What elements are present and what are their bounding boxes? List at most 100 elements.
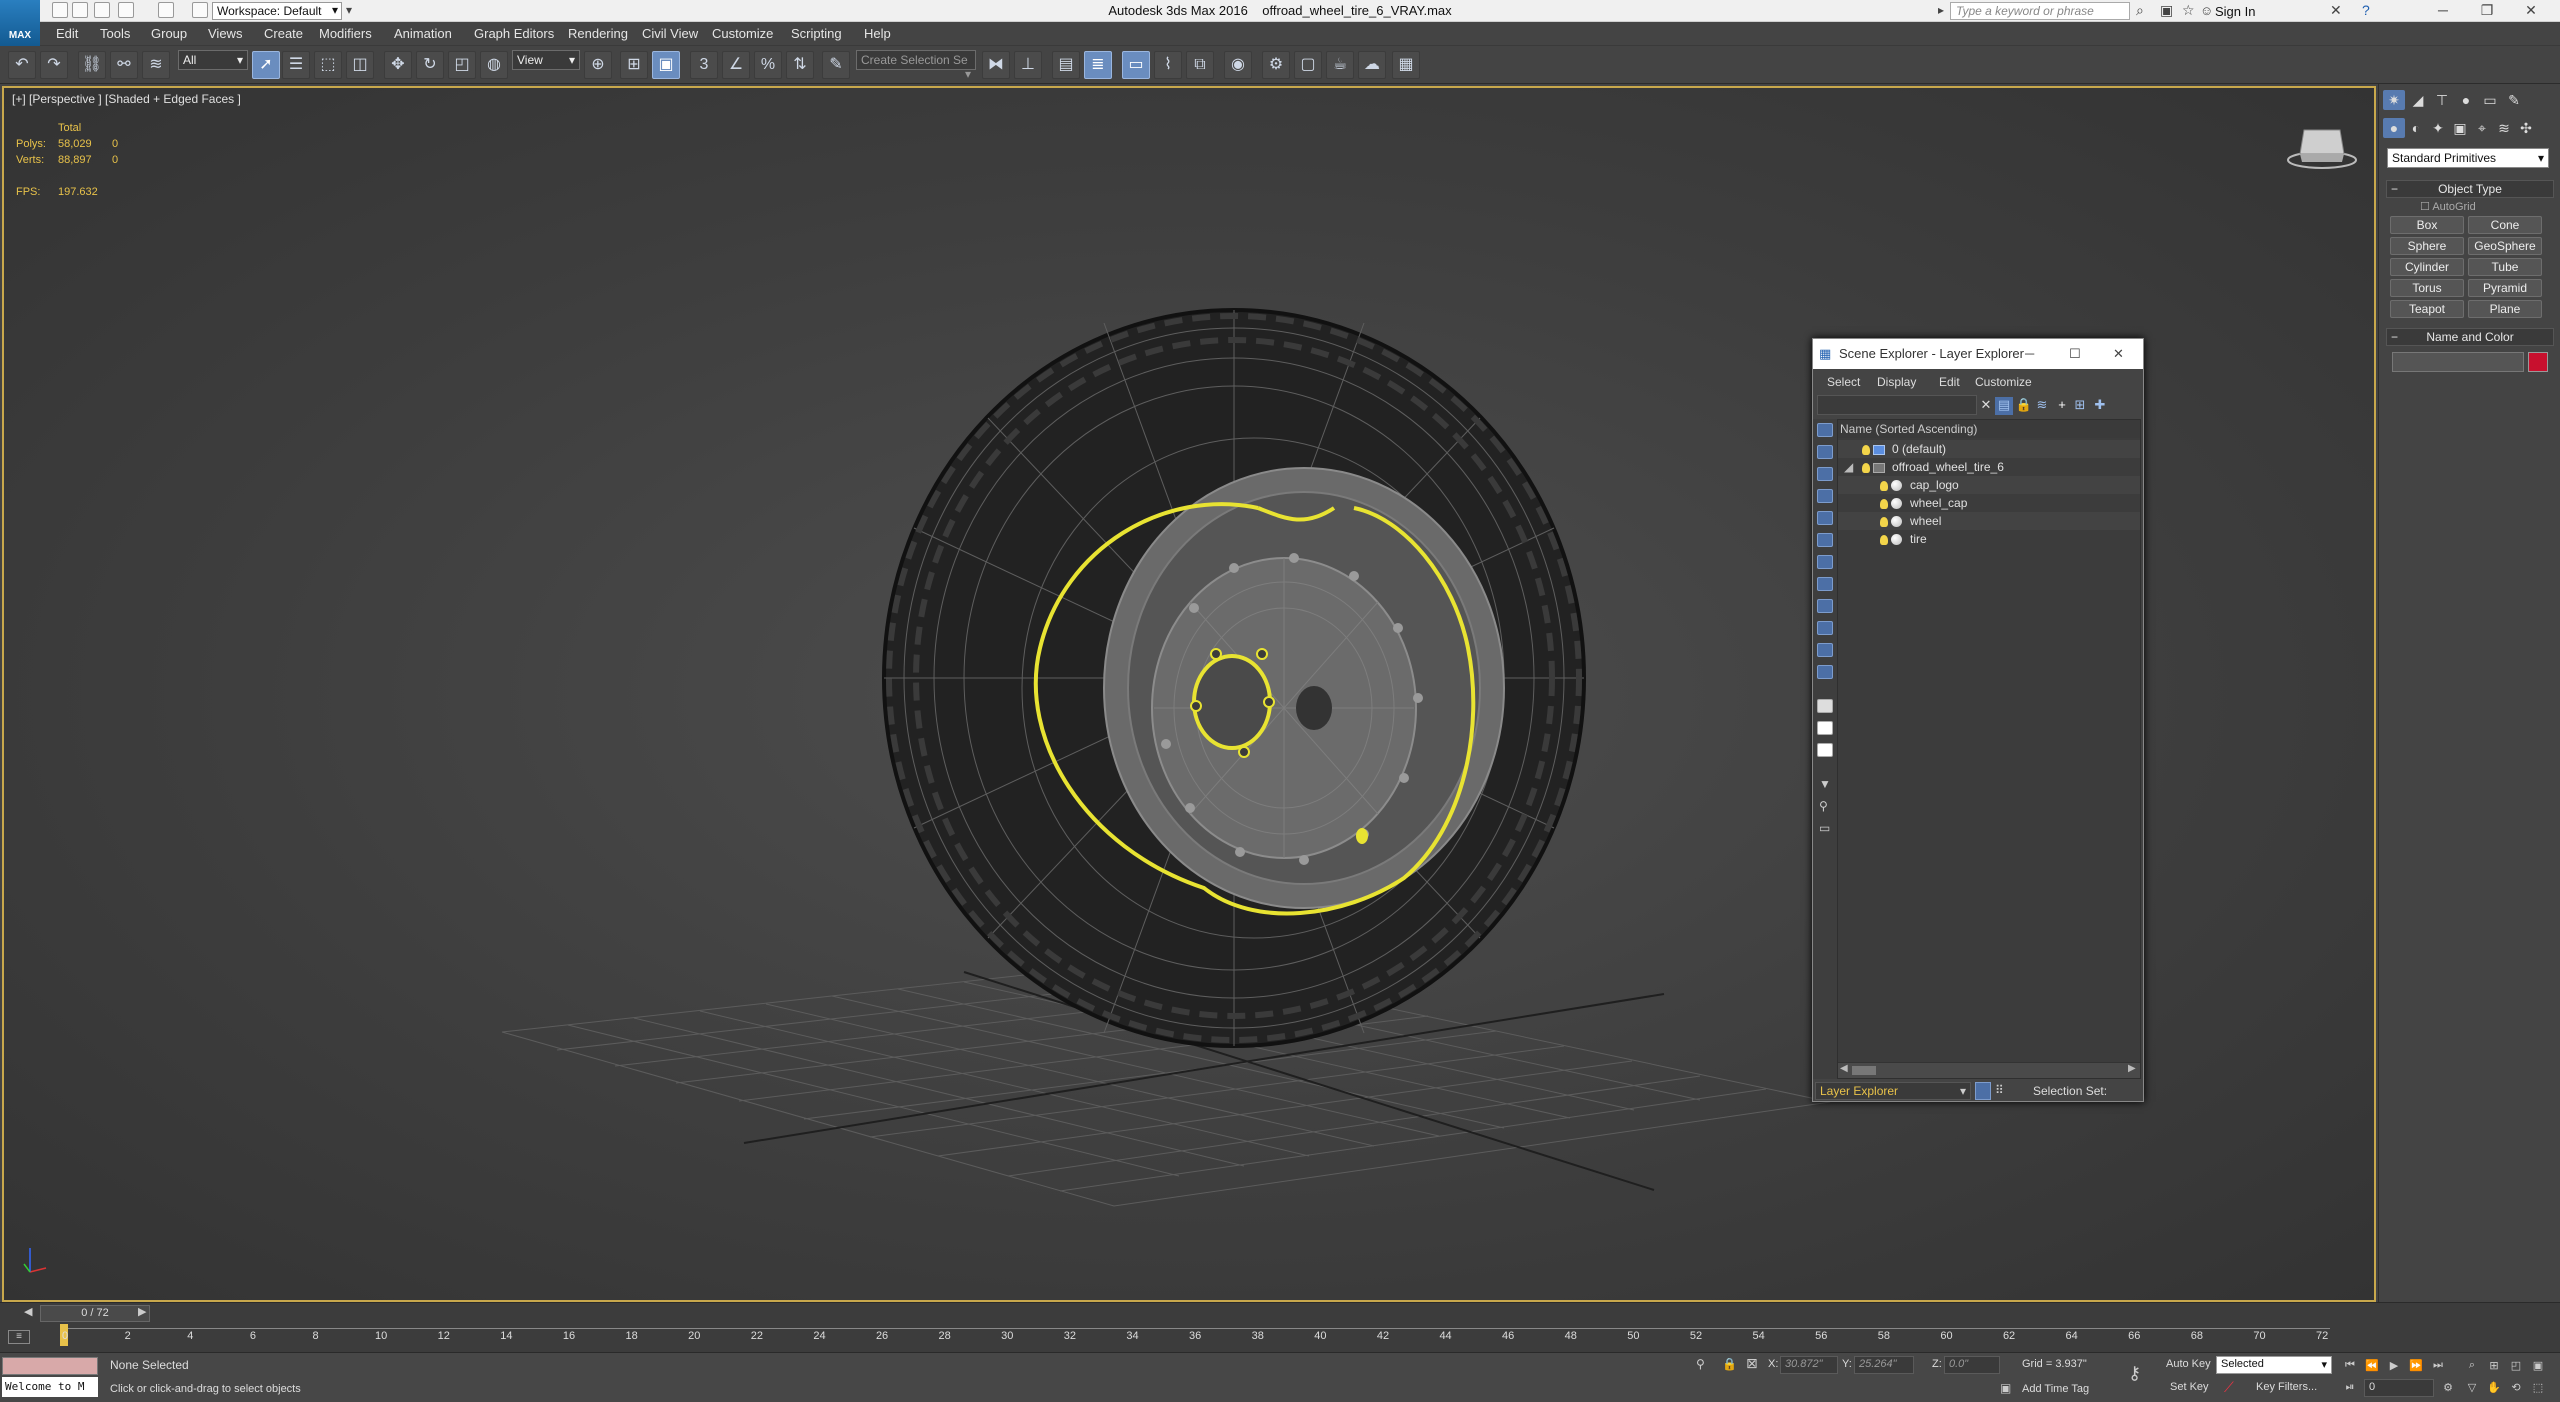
- filter-containers-icon[interactable]: [1817, 621, 1833, 635]
- redo-icon[interactable]: ↷: [40, 51, 68, 79]
- next-frame-icon[interactable]: ⏩: [2408, 1359, 2424, 1373]
- pyramid-button[interactable]: Pyramid: [2468, 279, 2542, 297]
- subscription-icon[interactable]: ▣: [2160, 2, 2173, 19]
- shapes-icon[interactable]: ◐: [2405, 118, 2427, 138]
- selection-lock-icon[interactable]: 🔒: [1722, 1357, 1737, 1371]
- reference-coordinate-dropdown[interactable]: View ▾: [512, 50, 580, 70]
- key-mode-dropdown[interactable]: Selected ▾: [2216, 1356, 2332, 1374]
- time-configuration-icon[interactable]: ⚙: [2440, 1381, 2456, 1395]
- space-warps-icon[interactable]: ≋: [2493, 118, 2515, 138]
- menu-group[interactable]: Group: [151, 26, 187, 41]
- curve-editor-icon[interactable]: ⌇: [1154, 51, 1182, 79]
- filter-helpers-icon[interactable]: [1817, 511, 1833, 525]
- mirror-icon[interactable]: ⧓: [982, 51, 1010, 79]
- teapot-button[interactable]: Teapot: [2390, 300, 2464, 318]
- window-crossing-icon[interactable]: ◫: [346, 51, 374, 79]
- select-children-icon[interactable]: ▤: [1995, 397, 2013, 415]
- project-folder-icon[interactable]: [192, 2, 208, 18]
- toggle-layer-explorer-icon[interactable]: ≣: [1084, 51, 1112, 79]
- search-input[interactable]: Type a keyword or phrase: [1950, 2, 2130, 20]
- orbit-icon[interactable]: ⟲: [2508, 1381, 2524, 1395]
- prev-frame-arrow-icon[interactable]: ◀: [24, 1305, 32, 1318]
- lights-icon[interactable]: ✦: [2427, 118, 2449, 138]
- se-menu-display[interactable]: Display: [1877, 375, 1916, 389]
- se-maximize-icon[interactable]: ☐: [2069, 339, 2081, 369]
- sync-selection-icon[interactable]: [1975, 1082, 1991, 1100]
- zoom-extents-all-icon[interactable]: ▣: [2530, 1359, 2546, 1373]
- edit-named-selection-icon[interactable]: ✎: [822, 51, 850, 79]
- rendered-frame-window-icon[interactable]: ▢: [1294, 51, 1322, 79]
- filter-shapes-icon[interactable]: [1817, 445, 1833, 459]
- named-selection-set-dropdown[interactable]: Create Selection Se ▾: [856, 50, 976, 81]
- filter-bones-icon[interactable]: [1817, 599, 1833, 613]
- filter-groups-icon[interactable]: [1817, 555, 1833, 569]
- toggle-ribbon-icon[interactable]: ▭: [1122, 51, 1150, 79]
- unlink-icon[interactable]: ⚯: [110, 51, 138, 79]
- select-object-icon[interactable]: ➚: [252, 51, 280, 79]
- autogrid-checkbox[interactable]: ☐ AutoGrid: [2420, 200, 2476, 213]
- auto-expand-icon[interactable]: ⠿: [1995, 1083, 2004, 1097]
- column-header[interactable]: Name (Sorted Ascending): [1838, 420, 2140, 438]
- tree-row-object[interactable]: tire: [1838, 530, 2140, 548]
- a360-gallery-icon[interactable]: ▦: [1392, 51, 1420, 79]
- add-to-layer-icon[interactable]: ⊞: [2071, 397, 2089, 415]
- torus-button[interactable]: Torus: [2390, 279, 2464, 297]
- menu-modifiers[interactable]: Modifiers: [319, 26, 372, 41]
- angle-snap-icon[interactable]: ∠: [722, 51, 750, 79]
- menu-tools[interactable]: Tools: [100, 26, 130, 41]
- auto-key-button[interactable]: Auto Key: [2166, 1358, 2211, 1370]
- isolate-selection-icon[interactable]: ⚲: [1696, 1357, 1705, 1371]
- display-all-icon[interactable]: [1817, 699, 1833, 713]
- explorer-type-dropdown[interactable]: Layer Explorer ▾: [1815, 1082, 1971, 1100]
- zoom-icon[interactable]: ⌕: [2464, 1359, 2480, 1373]
- se-menu-edit[interactable]: Edit: [1939, 375, 1960, 389]
- modify-tab-icon[interactable]: ◢: [2407, 90, 2429, 110]
- systems-icon[interactable]: ✣: [2515, 118, 2537, 138]
- tree-row-object[interactable]: cap_logo: [1838, 476, 2140, 494]
- workspace-dropdown[interactable]: Workspace: Default ▾: [212, 2, 342, 20]
- menu-customize[interactable]: Customize: [712, 26, 773, 41]
- key-mode-toggle-icon[interactable]: ⏯: [2342, 1381, 2358, 1395]
- undo-icon[interactable]: ↶: [8, 51, 36, 79]
- go-to-end-icon[interactable]: ⏭: [2430, 1359, 2446, 1373]
- geosphere-button[interactable]: GeoSphere: [2468, 237, 2542, 255]
- field-of-view-icon[interactable]: ▽: [2464, 1381, 2480, 1395]
- menu-views[interactable]: Views: [208, 26, 242, 41]
- menu-scripting[interactable]: Scripting: [791, 26, 842, 41]
- se-menu-customize[interactable]: Customize: [1975, 375, 2032, 389]
- motion-tab-icon[interactable]: ●: [2455, 90, 2477, 110]
- filter-options-icon[interactable]: ⚲: [1819, 799, 1828, 813]
- bind-space-warp-icon[interactable]: ≋: [142, 51, 170, 79]
- box-button[interactable]: Box: [2390, 216, 2464, 234]
- menu-animation[interactable]: Animation: [394, 26, 452, 41]
- search-icon[interactable]: ⌕: [2136, 2, 2144, 19]
- cameras-icon[interactable]: ▣: [2449, 118, 2471, 138]
- select-and-rotate-icon[interactable]: ↻: [416, 51, 444, 79]
- se-menu-select[interactable]: Select: [1827, 375, 1860, 389]
- select-by-name-icon[interactable]: ☰: [282, 51, 310, 79]
- object-type-rollout[interactable]: − Object Type: [2386, 180, 2554, 198]
- snaps-toggle-icon[interactable]: 3: [690, 51, 718, 79]
- se-find-field[interactable]: [1817, 395, 1977, 415]
- select-and-scale-icon[interactable]: ◰: [448, 51, 476, 79]
- filter-geometry-icon[interactable]: [1817, 423, 1833, 437]
- keyboard-shortcut-override-icon[interactable]: ▣: [652, 51, 680, 79]
- lock-icon[interactable]: 🔒: [2015, 397, 2033, 415]
- render-in-cloud-icon[interactable]: ☁: [1358, 51, 1386, 79]
- geometry-icon[interactable]: ●: [2383, 118, 2405, 138]
- select-and-place-icon[interactable]: ◍: [480, 51, 508, 79]
- filter-space-warps-icon[interactable]: [1817, 533, 1833, 547]
- filter-cameras-icon[interactable]: [1817, 489, 1833, 503]
- maxscript-listener-input[interactable]: Welcome to M: [2, 1377, 98, 1397]
- default-in-out-tangents-icon[interactable]: ⟋: [2224, 1379, 2234, 1396]
- scene-explorer-titlebar[interactable]: ▦ Scene Explorer - Layer Explorer ─ ☐ ✕: [1813, 339, 2143, 369]
- zoom-extents-icon[interactable]: ◰: [2508, 1359, 2524, 1373]
- panel-toggle-icon[interactable]: ▭: [1819, 821, 1830, 835]
- schematic-view-icon[interactable]: ⧉: [1186, 51, 1214, 79]
- layers-icon[interactable]: ≋: [2033, 397, 2051, 415]
- maxscript-mini-listener[interactable]: [2, 1357, 98, 1375]
- make-current-layer-icon[interactable]: ✚: [2091, 397, 2109, 415]
- help-icon[interactable]: ?: [2362, 2, 2370, 18]
- play-icon[interactable]: ▶: [2386, 1359, 2402, 1373]
- cylinder-button[interactable]: Cylinder: [2390, 258, 2464, 276]
